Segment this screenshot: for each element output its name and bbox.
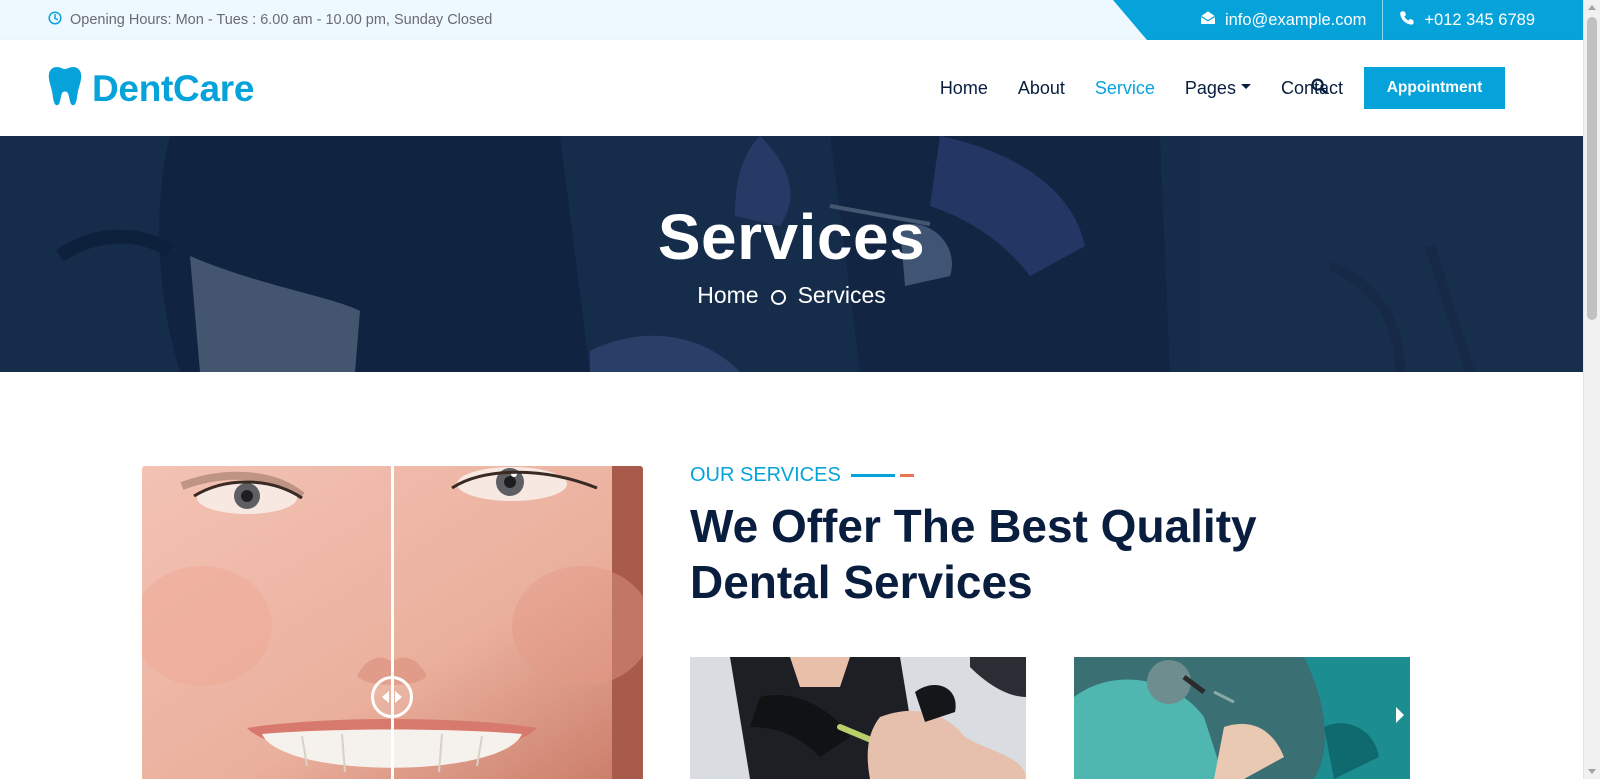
phone-text: +012 345 6789 — [1424, 10, 1535, 29]
phone-icon — [1399, 10, 1415, 31]
caret-down-icon — [1240, 84, 1251, 89]
page-scrollbar[interactable] — [1583, 0, 1600, 779]
envelope-open-icon — [1200, 10, 1216, 30]
nav-item-pages-label: Pages — [1184, 78, 1236, 98]
appointment-button[interactable]: Appointment — [1364, 67, 1505, 109]
page-header: Services Home Services — [0, 136, 1583, 372]
scroll-down-arrow-icon[interactable] — [1588, 769, 1596, 774]
nav-item-about[interactable]: About — [1018, 78, 1065, 99]
opening-hours: Opening Hours: Mon - Tues : 6.00 am - 10… — [48, 0, 492, 40]
breadcrumb-separator-icon — [770, 289, 786, 305]
tooth-icon — [48, 66, 82, 111]
nav-item-pages[interactable]: Pages — [1185, 78, 1251, 99]
brand-name: DentCare — [92, 67, 255, 109]
breadcrumb-current: Services — [797, 282, 886, 308]
search-icon — [1311, 78, 1327, 99]
section-subtitle: OUR SERVICES — [690, 464, 914, 487]
email-contact[interactable]: info@example.com — [1200, 0, 1366, 40]
contact-divider — [1382, 0, 1384, 40]
before-after-image-slider[interactable] — [142, 466, 643, 779]
right-arrow-icon — [395, 691, 402, 703]
breadcrumb-home[interactable]: Home — [697, 282, 758, 309]
email-text: info@example.com — [1224, 10, 1367, 29]
breadcrumb: Home Services — [0, 282, 1583, 309]
search-button[interactable] — [1311, 40, 1327, 137]
nav-item-home[interactable]: Home — [940, 78, 988, 99]
brand-logo[interactable]: DentCare — [48, 40, 254, 137]
service-card-image-1[interactable] — [690, 657, 1026, 779]
slider-divider-line — [391, 466, 394, 779]
subtitle-decoration — [850, 474, 914, 477]
phone-contact[interactable]: +012 345 6789 — [1399, 0, 1535, 40]
nav-menu: Home About Service Pages Contact — [940, 40, 1343, 137]
dentist-patient-image — [690, 657, 1026, 779]
left-arrow-icon — [382, 691, 389, 703]
contact-block: info@example.com +012 345 6789 — [1113, 0, 1583, 40]
slider-handle[interactable] — [371, 676, 413, 718]
topbar: Opening Hours: Mon - Tues : 6.00 am - 10… — [0, 0, 1583, 40]
section-title-line-1: We Offer The Best Quality — [690, 500, 1257, 552]
scroll-thumb[interactable] — [1587, 17, 1597, 320]
section-title-line-2: Dental Services — [690, 556, 1033, 608]
dental-surgery-image — [1074, 657, 1410, 779]
page-title: Services — [657, 201, 926, 273]
service-card-image-2[interactable] — [1074, 657, 1410, 779]
navbar: DentCare Home About Service Pages Contac… — [0, 40, 1583, 137]
decoration-line-blue — [850, 474, 895, 477]
nav-item-service[interactable]: Service — [1095, 78, 1155, 99]
decoration-line-red — [899, 474, 914, 477]
opening-hours-text: Opening Hours: Mon - Tues : 6.00 am - 10… — [70, 12, 493, 28]
section-subtitle-text: OUR SERVICES — [690, 464, 841, 486]
clock-icon — [48, 11, 62, 29]
section-title: We Offer The Best Quality Dental Service… — [690, 498, 1390, 610]
scroll-up-arrow-icon[interactable] — [1588, 5, 1596, 10]
